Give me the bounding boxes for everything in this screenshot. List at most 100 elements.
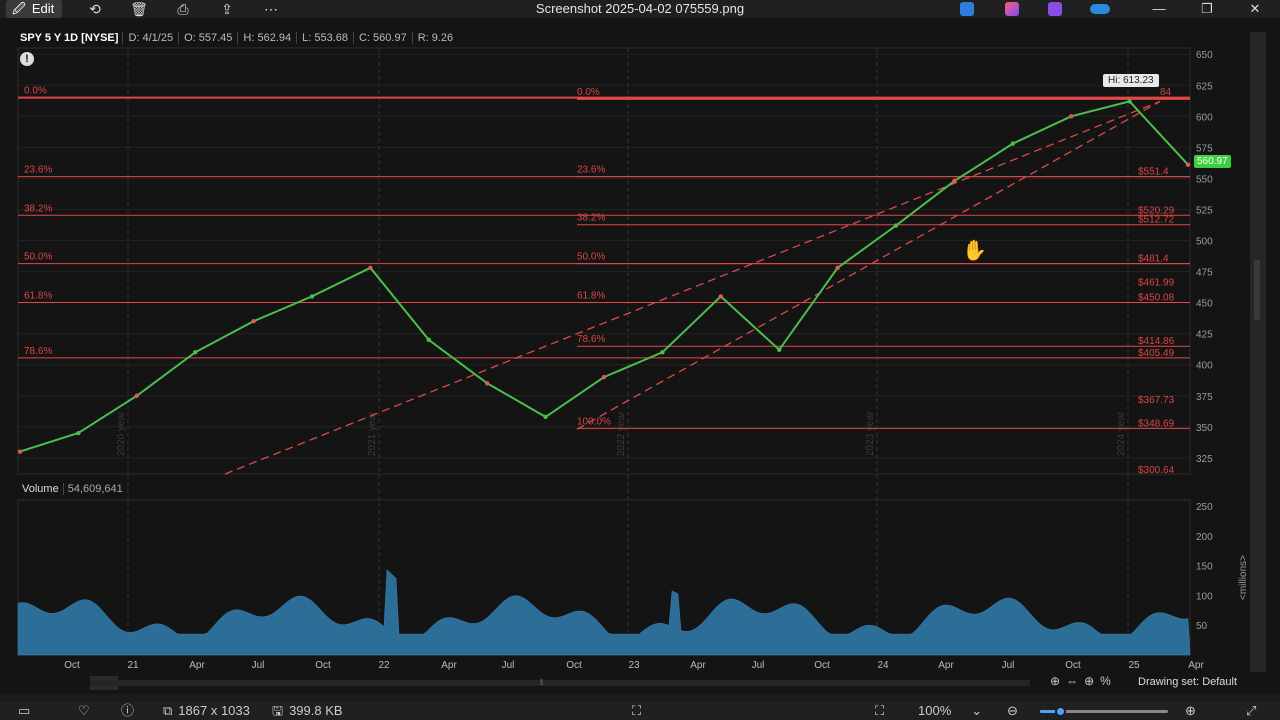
price-tick-label: 550 xyxy=(1196,174,1213,185)
x-tick-label: 21 xyxy=(127,660,139,671)
x-tick-label: Jul xyxy=(1002,660,1015,671)
scroll-thumb[interactable] xyxy=(1254,260,1260,320)
high-price-tag: Hi: 613.23 xyxy=(1103,74,1159,87)
alert-icon[interactable]: ! xyxy=(20,52,34,66)
fib-price-label: $481.4 xyxy=(1138,254,1169,265)
scroll-grip[interactable]: ⦀ xyxy=(540,679,554,687)
price-tick-label: 425 xyxy=(1196,330,1213,341)
volume-tick-label: 50 xyxy=(1196,621,1208,632)
zoom-out-icon[interactable]: ⊖ xyxy=(1007,702,1018,720)
status-bar: ▭ ♡ ⓘ ⧉ 1867 x 1033 🖫 399.8 KB ⛶ ⛶ 100% … xyxy=(0,702,1280,720)
open-value: O: 557.45 xyxy=(178,32,237,44)
x-tick-label: Apr xyxy=(189,660,205,671)
fib-left-label: 23.6% xyxy=(24,165,52,176)
zoom-slider[interactable] xyxy=(1040,706,1168,717)
x-tick-label: 25 xyxy=(1128,660,1140,671)
fib-price-label-partial: 84 xyxy=(1160,87,1172,98)
volume-tick-label: 150 xyxy=(1196,562,1213,573)
x-tick-label: 24 xyxy=(877,660,889,671)
horizontal-scrollbar[interactable]: ⦀ xyxy=(90,679,1030,687)
price-point xyxy=(952,178,957,184)
price-tick-label: 375 xyxy=(1196,392,1213,403)
price-tick-label: 450 xyxy=(1196,299,1213,310)
x-tick-label: 22 xyxy=(378,660,390,671)
year-watermark: 2023 year xyxy=(865,411,876,456)
zoom-select[interactable]: 100% ⌄ xyxy=(918,702,982,720)
zoom-slider-knob[interactable] xyxy=(1055,706,1067,717)
fib-mid-label: 23.6% xyxy=(577,165,605,176)
zoom-value: 100% xyxy=(918,703,952,718)
zoom-in-button[interactable]: ⊕ xyxy=(1185,702,1196,720)
price-point xyxy=(777,347,782,353)
price-point xyxy=(893,223,899,228)
fib-mid-label: 50.0% xyxy=(577,252,605,263)
volume-value: 54,609,641 xyxy=(62,483,127,495)
price-chart[interactable]: 2020 year 2021 year 2022 year 2023 year 2024… xyxy=(0,0,1280,720)
range-value: R: 9.26 xyxy=(411,32,458,44)
price-point xyxy=(76,430,81,436)
hand-cursor-icon: ✋ xyxy=(962,240,987,262)
price-point xyxy=(1127,99,1132,104)
fib-price-label: $367.73 xyxy=(1138,395,1175,406)
year-watermark: 2021 year xyxy=(367,411,378,456)
price-tick-label: 325 xyxy=(1196,454,1213,465)
fib-price-label: $300.64 xyxy=(1138,465,1175,476)
price-header: SPY 5 Y 1D [NYSE] D: 4/1/25 O: 557.45 H:… xyxy=(18,29,458,47)
price-tick-label: 525 xyxy=(1196,205,1213,216)
price-tick-label: 625 xyxy=(1196,81,1213,92)
x-tick-label: Jul xyxy=(752,660,765,671)
fullscreen-icon[interactable]: ⤢ xyxy=(1246,702,1256,720)
pan-icon[interactable]: ⇔ xyxy=(1066,674,1078,690)
fib-left-label: 78.6% xyxy=(24,346,52,357)
price-point xyxy=(1185,162,1191,167)
volume-tick-label: 250 xyxy=(1196,502,1213,513)
price-tick-label: 500 xyxy=(1196,237,1213,248)
crosshair-icon[interactable]: ⊕ xyxy=(1084,674,1094,690)
fib-left-label: 50.0% xyxy=(24,252,52,263)
fib-price-label: $348.69 xyxy=(1138,418,1175,429)
price-tick-label: 350 xyxy=(1196,423,1213,434)
right-sidebar-scroll[interactable] xyxy=(1250,32,1266,672)
save-icon: 🖫 xyxy=(272,703,284,718)
x-tick-label: Jul xyxy=(502,660,515,671)
x-tick-label: Oct xyxy=(566,660,582,671)
fib-mid-label: 61.8% xyxy=(577,290,605,301)
date-value: D: 4/1/25 xyxy=(122,32,178,44)
last-price-tag: 560.97 xyxy=(1194,155,1231,168)
fib-price-label: $450.08 xyxy=(1138,292,1175,303)
price-tick-label: 475 xyxy=(1196,268,1213,279)
info-icon[interactable]: ⓘ xyxy=(121,702,134,720)
percent-icon[interactable]: % xyxy=(1100,674,1111,690)
x-tick-label: Oct xyxy=(315,660,331,671)
dimensions-group: ⧉ 1867 x 1033 xyxy=(163,702,250,720)
favorite-icon[interactable]: ♡ xyxy=(78,702,90,720)
price-tick-label: 600 xyxy=(1196,112,1213,123)
fib-left-label: 0.0% xyxy=(24,86,47,97)
price-point xyxy=(1069,114,1074,119)
high-value: H: 562.94 xyxy=(237,32,296,44)
x-tick-label: Jul xyxy=(252,660,265,671)
filmstrip-icon[interactable]: ▭ xyxy=(18,702,30,720)
volume-unit-label: <millions> xyxy=(1238,555,1249,600)
filesize-group: 🖫 399.8 KB xyxy=(272,702,343,720)
x-tick-label: Oct xyxy=(814,660,830,671)
fit-to-window-icon[interactable]: ⛶ xyxy=(875,702,884,720)
drawing-set-label[interactable]: Drawing set: Default xyxy=(1138,676,1237,688)
year-watermark: 2022 year xyxy=(616,411,627,456)
x-tick-label: Apr xyxy=(1188,660,1204,671)
zoom-in-icon[interactable]: ⊕ xyxy=(1050,674,1060,690)
low-value: L: 553.68 xyxy=(296,32,353,44)
price-tick-label: 400 xyxy=(1196,361,1213,372)
price-point xyxy=(1010,141,1015,146)
x-tick-label: Oct xyxy=(64,660,80,671)
price-point xyxy=(134,393,139,398)
price-point xyxy=(368,265,373,271)
x-tick-label: 23 xyxy=(628,660,640,671)
crop-icon[interactable]: ⛶ xyxy=(632,702,641,720)
chevron-down-icon: ⌄ xyxy=(971,703,983,718)
x-tick-label: Oct xyxy=(1065,660,1081,671)
volume-tick-label: 200 xyxy=(1196,532,1213,543)
price-point xyxy=(193,350,198,355)
fib-mid-label: 0.0% xyxy=(577,87,600,98)
price-point xyxy=(543,414,548,420)
